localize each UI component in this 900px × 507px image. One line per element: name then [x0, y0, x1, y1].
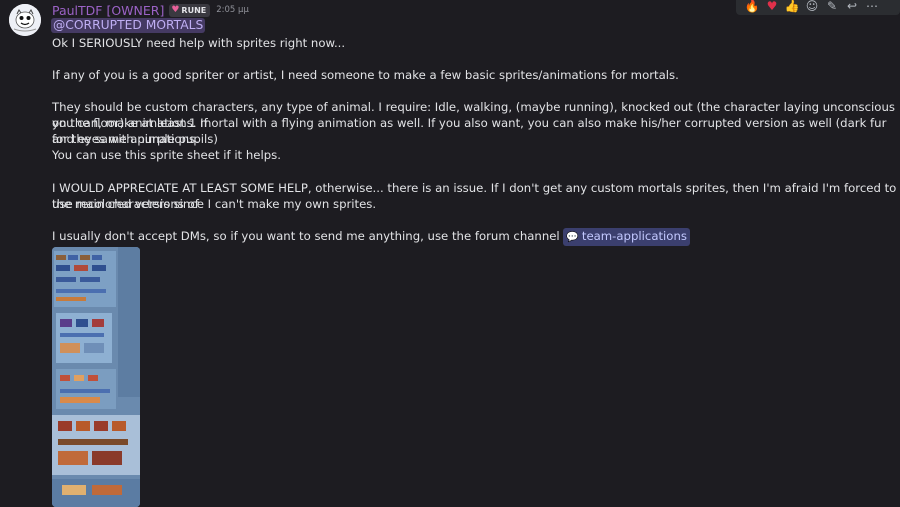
role-badge-label: RUNE — [181, 5, 207, 15]
message-line: Ok I SERIOUSLY need help with sprites ri… — [52, 36, 346, 50]
message-header: PaulTDF [OWNER] ♥ RUNE 2:05 μμ — [52, 2, 249, 18]
role-badge[interactable]: ♥ RUNE — [169, 3, 211, 17]
heart-icon: ♥ — [171, 5, 180, 15]
username[interactable]: PaulTDF [OWNER] — [52, 3, 164, 18]
more-icon[interactable]: ⋯ — [862, 0, 882, 15]
user-avatar[interactable] — [9, 4, 41, 36]
message-line: If any of you is a good spriter or artis… — [52, 68, 679, 82]
heart-reaction-icon[interactable]: ♥ — [762, 0, 782, 15]
avatar-image — [9, 4, 41, 36]
channel-mention[interactable]: 💬 team-applications — [563, 228, 690, 246]
role-mention[interactable]: @CORRUPTED MORTALS — [51, 18, 206, 33]
message-timestamp[interactable]: 2:05 μμ — [216, 5, 249, 15]
message-line: You can use this sprite sheet if it help… — [52, 148, 281, 162]
message-line-text: I usually don't accept DMs, so if you wa… — [52, 229, 560, 243]
add-reaction-icon[interactable]: ☺ — [802, 0, 822, 15]
forum-icon: 💬 — [566, 232, 579, 243]
thumbs-up-reaction-icon[interactable]: 👍 — [782, 0, 802, 15]
sprite-sheet-attachment[interactable] — [52, 247, 140, 507]
message-line-last: I usually don't accept DMs, so if you wa… — [52, 228, 690, 246]
channel-mention-label: team-applications — [581, 229, 687, 243]
message-action-bar: 🔥 ♥ 👍 ☺ ✎ ↩ ⋯ — [736, 0, 900, 15]
message-line: the main characters since I can't make m… — [52, 197, 377, 211]
edit-icon[interactable]: ✎ — [822, 0, 842, 15]
sprite-sheet-image — [52, 247, 140, 507]
fire-reaction-icon[interactable]: 🔥 — [742, 0, 762, 15]
chat-message: PaulTDF [OWNER] ♥ RUNE 2:05 μμ @CORRUPTE… — [0, 0, 900, 507]
reply-icon[interactable]: ↩ — [842, 0, 862, 15]
message-line: for the same animations. — [52, 132, 199, 146]
